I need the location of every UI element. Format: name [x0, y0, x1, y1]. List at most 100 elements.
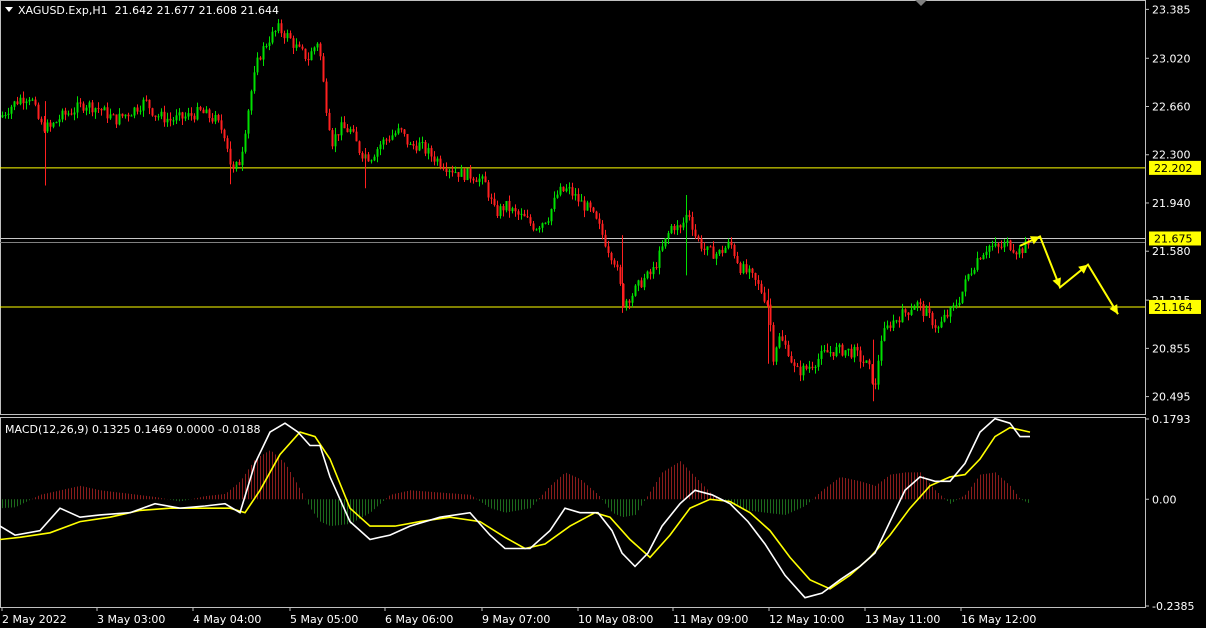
candle-body: [349, 129, 352, 133]
candle-body: [121, 113, 124, 117]
candle-body: [652, 267, 655, 275]
candle-body: [952, 305, 955, 308]
candle-body: [418, 142, 421, 151]
time-tick-label: 13 May 11:00: [865, 613, 940, 626]
candle-body: [676, 225, 679, 231]
candle-body: [202, 109, 205, 114]
candle-body: [415, 145, 418, 151]
candle-body: [787, 344, 790, 357]
candle-body: [310, 51, 313, 61]
candle-body: [49, 122, 52, 127]
candle-body: [298, 44, 301, 47]
candle-body: [367, 154, 370, 162]
candle-body: [649, 271, 652, 275]
candle-body: [751, 268, 754, 274]
candle-body: [610, 252, 613, 261]
candle-body: [901, 309, 904, 323]
candle-body: [304, 48, 307, 59]
candle-body: [619, 267, 622, 284]
candle-body: [997, 243, 1000, 247]
candle-body: [73, 112, 76, 115]
candle-body: [922, 304, 925, 316]
candle-body: [739, 262, 742, 274]
candle-body: [955, 305, 958, 307]
candle-body: [892, 320, 895, 328]
candle-body: [238, 161, 241, 166]
candle-body: [169, 118, 172, 121]
candle-body: [385, 139, 388, 141]
candle-body: [280, 23, 283, 34]
symbol-header: XAGUSD.Exp,H1 21.642 21.677 21.608 21.64…: [18, 4, 279, 17]
candle-body: [442, 166, 445, 169]
candle-body: [814, 366, 817, 368]
candle-body: [124, 114, 127, 117]
candle-body: [628, 300, 631, 303]
candle-body: [757, 279, 760, 284]
candle-body: [103, 107, 106, 111]
candle-body: [373, 156, 376, 161]
price-tick-label: 21.940: [1152, 197, 1191, 210]
candle-body: [880, 340, 883, 361]
candle-body: [322, 56, 325, 82]
candle-body: [538, 227, 541, 230]
candle-body: [40, 118, 43, 123]
candle-body: [79, 102, 82, 104]
candle-body: [556, 194, 559, 198]
candle-body: [583, 200, 586, 211]
candle-body: [841, 344, 844, 356]
candle-body: [706, 246, 709, 250]
time-tick-label: 10 May 08:00: [578, 613, 653, 626]
candle-body: [34, 99, 37, 105]
candle-body: [727, 241, 730, 248]
candle-body: [745, 264, 748, 273]
candle-body: [499, 206, 502, 217]
candle-body: [811, 366, 814, 368]
candle-body: [286, 33, 289, 39]
candle-body: [907, 312, 910, 315]
candle-body: [232, 164, 235, 169]
candle-body: [865, 360, 868, 363]
candle-body: [421, 141, 424, 143]
candle-body: [139, 110, 142, 112]
candle-body: [517, 211, 520, 215]
candle-body: [88, 102, 91, 108]
candle-body: [214, 114, 217, 122]
candle-body: [565, 188, 568, 192]
candle-body: [595, 211, 598, 219]
candle-body: [388, 139, 391, 141]
candle-body: [403, 129, 406, 134]
candle-body: [712, 246, 715, 259]
candle-body: [895, 320, 898, 322]
candle-body: [910, 309, 913, 315]
candle-body: [886, 325, 889, 329]
candle-body: [16, 101, 19, 105]
candle-body: [445, 168, 448, 172]
candle-body: [544, 222, 547, 224]
candle-body: [274, 30, 277, 32]
candle-body: [4, 114, 7, 116]
candle-body: [1, 115, 4, 118]
candle-body: [376, 149, 379, 157]
candle-body: [292, 38, 295, 48]
candle-body: [82, 103, 85, 111]
candle-body: [346, 128, 349, 133]
candle-body: [181, 112, 184, 119]
candle-body: [193, 115, 196, 120]
candle-body: [127, 114, 130, 117]
candle-body: [118, 113, 121, 125]
candle-body: [961, 291, 964, 303]
candle-body: [964, 279, 967, 292]
candle-body: [496, 205, 499, 217]
candle-body: [334, 134, 337, 147]
candle-body: [268, 42, 271, 46]
candle-body: [244, 133, 247, 152]
candle-body: [133, 107, 136, 116]
candle-body: [163, 111, 166, 123]
price-axis: 23.38523.02022.66022.30021.94021.58021.2…: [1145, 3, 1191, 404]
candle-body: [295, 44, 298, 48]
candle-body: [217, 114, 220, 121]
candle-body: [988, 245, 991, 252]
candle-body: [316, 43, 319, 48]
candle-body: [592, 207, 595, 212]
level-tag-label: 22.202: [1154, 162, 1193, 175]
